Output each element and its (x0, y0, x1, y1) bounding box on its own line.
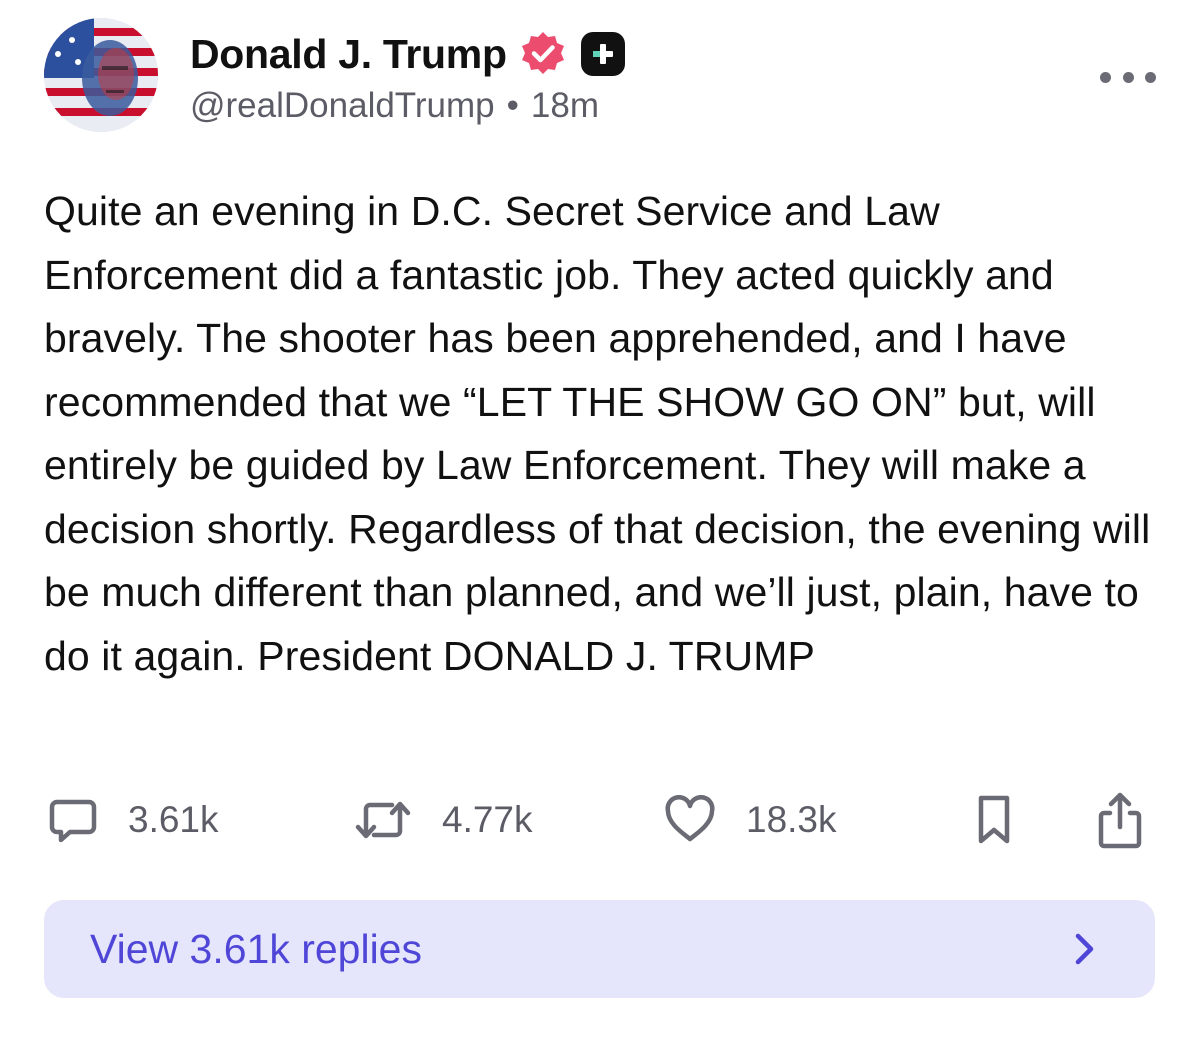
more-options-button[interactable] (1100, 62, 1156, 92)
post-text: Quite an evening in D.C. Secret Service … (44, 188, 1151, 679)
reply-icon (49, 799, 97, 843)
reply-count: 3.61k (128, 799, 219, 840)
avatar-image (44, 18, 158, 132)
chevron-right-icon (1075, 933, 1094, 965)
like-button[interactable]: 18.3k (664, 788, 837, 852)
repost-button[interactable]: 4.77k (354, 788, 533, 852)
post-header: Donald J. Trump @realDonaldTrump • 18m (44, 18, 1164, 138)
share-button[interactable] (1096, 788, 1144, 852)
handle-row: @realDonaldTrump • 18m (190, 86, 599, 126)
view-replies-label: View 3.61k replies (90, 925, 422, 972)
reply-button[interactable]: 3.61k (48, 788, 219, 852)
bookmark-button[interactable] (974, 788, 1014, 852)
more-dot-icon (1100, 71, 1111, 83)
plus-badge-icon (580, 32, 625, 76)
like-count: 18.3k (746, 799, 837, 840)
repost-count: 4.77k (442, 799, 533, 840)
author-display-name[interactable]: Donald J. Trump (190, 31, 507, 78)
more-dot-icon (1145, 71, 1156, 83)
separator-dot: • (506, 86, 519, 125)
repost-icon (355, 801, 411, 839)
heart-icon (665, 795, 715, 842)
verified-badge-icon (521, 32, 564, 74)
bookmark-icon (978, 795, 1010, 844)
post-time[interactable]: 18m (531, 86, 599, 125)
post-actions: 3.61k 4.77k 18.3k (44, 788, 1154, 852)
share-icon (1098, 792, 1142, 849)
avatar[interactable] (44, 18, 158, 132)
author-handle[interactable]: @realDonaldTrump (190, 86, 495, 125)
more-dot-icon (1122, 71, 1134, 83)
name-row: Donald J. Trump (190, 26, 625, 82)
view-replies-button[interactable]: View 3.61k replies (44, 900, 1155, 998)
